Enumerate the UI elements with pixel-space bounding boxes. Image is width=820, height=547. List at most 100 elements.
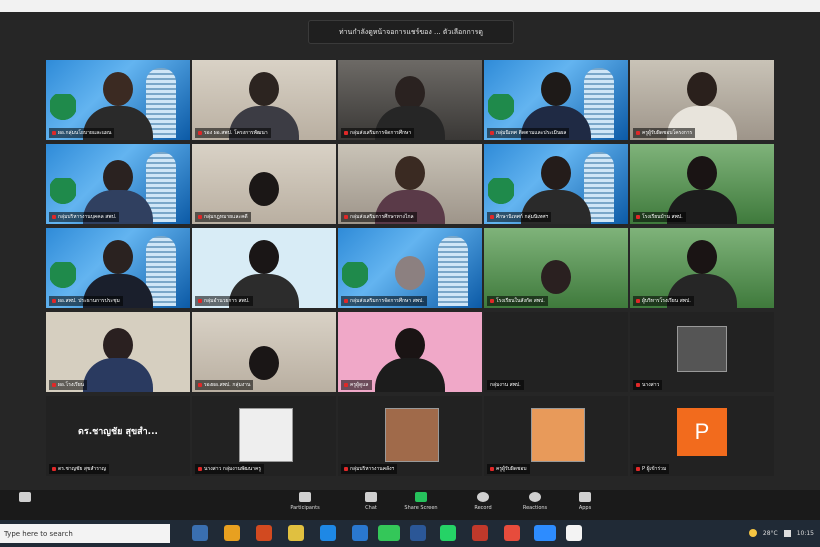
participant-name: รอง ผอ.สพป. โครงการพัฒนา bbox=[195, 128, 271, 138]
video-tile[interactable]: กลุ่มส่งเสริมการศึกษาทางไกล bbox=[338, 144, 482, 224]
apps-button[interactable]: Apps bbox=[560, 492, 610, 518]
calendar-icon[interactable] bbox=[566, 525, 582, 541]
participant-name: ครูผู้ดูแล bbox=[341, 380, 372, 390]
muted-mic-icon bbox=[198, 130, 202, 135]
muted-mic-icon bbox=[198, 298, 202, 303]
store-icon[interactable] bbox=[352, 525, 368, 541]
muted-mic-icon bbox=[636, 466, 640, 471]
participants-button[interactable]: Participants bbox=[280, 492, 330, 518]
video-tile[interactable]: กลุ่มส่งเสริมการจัดการศึกษา bbox=[338, 60, 482, 140]
muted-mic-icon bbox=[636, 382, 640, 387]
video-tile[interactable]: กลุ่มกฎหมายและคดี bbox=[192, 144, 336, 224]
participant-name: กลุ่มบริหารงานคลังฯ bbox=[341, 464, 398, 474]
video-tile[interactable]: กลุ่มบริหารงานคลังฯ bbox=[338, 396, 482, 476]
video-tile[interactable]: ผอ.โรงเรียน bbox=[46, 312, 190, 392]
participant-name: ผอ.สพป. ประธานการประชุม bbox=[49, 296, 123, 306]
profile-photo bbox=[531, 408, 585, 462]
video-tile[interactable]: ผอ.กลุ่มนโยบายและแผน bbox=[46, 60, 190, 140]
clock-text[interactable]: 10:15 bbox=[797, 530, 814, 537]
zoom-icon[interactable] bbox=[534, 525, 556, 541]
video-tile[interactable]: กลุ่มงาน สพป. bbox=[484, 312, 628, 392]
video-tile[interactable]: ดร.ชาญชัย สุขสำ... ดร.ชาญชัย สุขสำราญ bbox=[46, 396, 190, 476]
muted-mic-icon bbox=[344, 130, 348, 135]
participant-head bbox=[103, 72, 133, 106]
video-tile[interactable]: กลุ่มบริหารงานบุคคล สพป. bbox=[46, 144, 190, 224]
record-button[interactable]: Record bbox=[458, 492, 508, 518]
share-screen-button[interactable]: Share Screen bbox=[396, 492, 446, 518]
browser-icon[interactable] bbox=[504, 525, 520, 541]
office-icon[interactable] bbox=[256, 525, 272, 541]
muted-mic-icon bbox=[198, 214, 202, 219]
video-tile[interactable]: นางสาว bbox=[630, 312, 774, 392]
participant-head bbox=[395, 328, 425, 362]
participant-head bbox=[103, 328, 133, 362]
line-icon[interactable] bbox=[378, 525, 400, 541]
smiley-icon bbox=[529, 492, 541, 502]
video-tile[interactable]: โรงเรียนบ้าน สพป. bbox=[630, 144, 774, 224]
video-tile[interactable]: P P ผู้เข้าร่วม bbox=[630, 396, 774, 476]
volume-icon[interactable] bbox=[783, 529, 791, 537]
muted-mic-icon bbox=[490, 214, 494, 219]
video-tile[interactable]: กลุ่มอำนวยการ สพป. bbox=[192, 228, 336, 308]
profile-photo bbox=[677, 326, 727, 372]
participant-name: ครูผู้รับผิดชอบ bbox=[487, 464, 530, 474]
participant-head bbox=[249, 172, 279, 206]
video-tile[interactable]: โรงเรียนในสังกัด สพป. bbox=[484, 228, 628, 308]
pdf-icon[interactable] bbox=[472, 525, 488, 541]
participant-body bbox=[375, 358, 445, 392]
share-banner[interactable]: ท่านกำลังดูหน้าจอการแชร์ของ ... ตัวเลือก… bbox=[308, 20, 514, 44]
participant-name: ดร.ชาญชัย สุขสำราญ bbox=[49, 464, 109, 474]
share-screen-icon bbox=[415, 492, 427, 502]
muted-mic-icon bbox=[490, 130, 494, 135]
participant-name: กลุ่มส่งเสริมการจัดการศึกษา สพป. bbox=[341, 296, 427, 306]
participant-name: กลุ่มส่งเสริมการจัดการศึกษา bbox=[341, 128, 415, 138]
participant-head bbox=[249, 346, 279, 380]
reactions-button[interactable]: Reactions bbox=[510, 492, 560, 518]
file-explorer-icon[interactable] bbox=[288, 525, 304, 541]
video-tile[interactable]: กลุ่มนิเทศ ติดตามและประเมินผล bbox=[484, 60, 628, 140]
chat-button[interactable]: Chat bbox=[346, 492, 396, 518]
video-tile[interactable]: ครูผู้รับผิดชอบโครงการ bbox=[630, 60, 774, 140]
participant-name: กลุ่มบริหารงานบุคคล สพป. bbox=[49, 212, 120, 222]
participant-head bbox=[395, 76, 425, 110]
participant-name: ครูผู้รับผิดชอบโครงการ bbox=[633, 128, 696, 138]
profile-photo bbox=[385, 408, 439, 462]
participant-head bbox=[541, 156, 571, 190]
participant-name: ผอ.กลุ่มนโยบายและแผน bbox=[49, 128, 115, 138]
record-icon bbox=[477, 492, 489, 502]
participant-head bbox=[395, 156, 425, 190]
participant-name: นางสาว กลุ่มงานพัฒนาครู bbox=[195, 464, 265, 474]
participant-body bbox=[83, 358, 153, 392]
apps-icon bbox=[579, 492, 591, 502]
video-tile[interactable]: ผู้บริหารโรงเรียน สพป. bbox=[630, 228, 774, 308]
video-tile[interactable]: นางสาว กลุ่มงานพัฒนาครู bbox=[192, 396, 336, 476]
word-icon[interactable] bbox=[410, 525, 426, 541]
participant-head bbox=[249, 72, 279, 106]
video-tile[interactable]: ครูผู้รับผิดชอบ bbox=[484, 396, 628, 476]
participant-head bbox=[103, 160, 133, 194]
meeting-area: ท่านกำลังดูหน้าจอการแชร์ของ ... ตัวเลือก… bbox=[0, 12, 820, 490]
video-tile[interactable]: รองผอ.สพป. กลุ่มงาน bbox=[192, 312, 336, 392]
taskbar-search-input[interactable]: Type here to search bbox=[0, 524, 170, 543]
video-tile[interactable]: ศึกษานิเทศก์ กลุ่มนิเทศฯ bbox=[484, 144, 628, 224]
audio-button[interactable] bbox=[0, 492, 50, 518]
video-tile[interactable]: ครูผู้ดูแล bbox=[338, 312, 482, 392]
participant-head bbox=[541, 72, 571, 106]
chrome-icon[interactable] bbox=[224, 525, 240, 541]
edge-icon[interactable] bbox=[320, 525, 336, 541]
headphone-icon bbox=[19, 492, 31, 502]
participant-head bbox=[687, 240, 717, 274]
muted-mic-icon bbox=[52, 298, 56, 303]
muted-mic-icon bbox=[490, 298, 494, 303]
chat-bubble-icon bbox=[365, 492, 377, 502]
participant-head bbox=[541, 260, 571, 294]
muted-mic-icon bbox=[52, 130, 56, 135]
muted-mic-icon bbox=[344, 382, 348, 387]
video-tile[interactable]: ผอ.สพป. ประธานการประชุม bbox=[46, 228, 190, 308]
participant-head bbox=[687, 156, 717, 190]
participant-name: โรงเรียนบ้าน สพป. bbox=[633, 212, 686, 222]
task-view-icon[interactable] bbox=[192, 525, 208, 541]
video-tile[interactable]: กลุ่มส่งเสริมการจัดการศึกษา สพป. bbox=[338, 228, 482, 308]
whatsapp-icon[interactable] bbox=[440, 525, 456, 541]
video-tile[interactable]: รอง ผอ.สพป. โครงการพัฒนา bbox=[192, 60, 336, 140]
